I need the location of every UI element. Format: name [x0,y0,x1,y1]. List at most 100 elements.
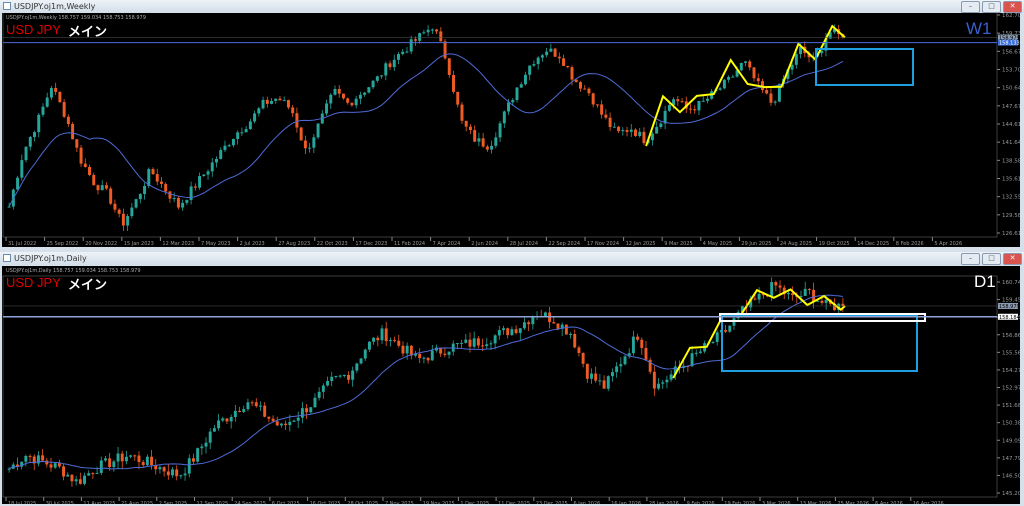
candle [739,62,743,71]
candle [665,379,669,383]
candle [372,337,376,342]
candle [552,322,556,324]
candle [204,442,208,447]
weekly-titlebar[interactable]: USDJPY.oj1m,Weekly – □ ✕ [0,0,1024,13]
daily-titlebar[interactable]: USDJPY.oj1m,Daily – □ ✕ [0,252,1024,265]
candle [820,300,824,303]
candle [638,131,642,136]
candle [129,455,133,457]
candle [380,75,384,77]
candle [175,469,179,477]
candle [202,174,206,177]
date-tick-label: 2 Jun 2024 [471,241,498,247]
candle [511,99,515,103]
candle [113,203,117,210]
candle [267,416,271,419]
candle [145,456,149,466]
candle [274,98,278,101]
candle [91,473,95,475]
candle [640,339,644,348]
candle [786,293,790,295]
candle [7,468,11,470]
candle [37,114,41,133]
date-tick-label: 13 Mar 2026 [800,501,832,504]
candle [96,185,100,191]
date-tick-label: 9 Mar 2025 [664,241,693,247]
candle [181,202,185,208]
close-button[interactable]: ✕ [1003,1,1022,13]
candle [317,391,321,398]
price-tick-label: 153.700 [1002,68,1020,74]
candle [109,188,113,204]
candle [790,64,794,70]
candle [418,353,422,359]
date-tick-label: 17 Nov 2024 [587,241,619,247]
candle [724,330,728,332]
minimize-button[interactable]: – [961,253,980,265]
candle [757,293,761,300]
window-title: USDJPY.oj1m,Weekly [14,2,96,11]
date-tick-label: 31 Jul 2022 [8,241,36,247]
candle [253,113,257,122]
price-tick-label: 147.670 [1002,104,1020,110]
candle [198,176,202,188]
moving-average-line [8,294,843,470]
candle [299,127,303,141]
date-tick-label: 19 Feb 2026 [724,501,755,504]
symbol-label: USD JPY [6,22,61,37]
maximize-button[interactable]: □ [982,253,1001,265]
candle [133,455,137,457]
candle [74,479,78,482]
candle [748,61,752,68]
candle [217,420,221,429]
candle [330,376,334,381]
candle [602,380,606,389]
candle [439,31,443,42]
daily-chart[interactable]: 160.745159.450158.155156.860155.565154.2… [2,266,1020,504]
candle [295,113,299,128]
candle [676,99,680,102]
candle [221,418,225,421]
candle [244,129,248,133]
close-button[interactable]: ✕ [1003,253,1022,265]
date-tick-label: 2 Sep 2025 [159,501,188,504]
candle [577,347,581,353]
minimize-button[interactable]: – [961,1,980,13]
candle [137,455,141,463]
date-tick-label: 9 Feb 2026 [687,501,715,504]
date-tick-label: 12 Sep 2025 [197,501,229,504]
candle [587,88,591,94]
weekly-chart[interactable]: 162.700159.730156.670153.700150.640147.6… [2,13,1020,247]
candle [392,59,396,68]
candle [303,140,307,149]
candle [20,160,24,178]
candle [578,82,582,89]
candle [66,116,70,125]
candle [384,328,388,342]
candle [28,455,32,457]
price-tick-label: 138.580 [1002,158,1020,164]
candle [54,87,58,92]
price-tick-label: 159.450 [1002,298,1020,304]
candle [452,75,455,92]
candle [108,458,112,468]
candle [41,455,45,461]
candle [62,466,66,477]
main-label: メイン [68,25,108,40]
candle [53,463,57,468]
candle [270,100,274,104]
level-price-label: 158.133 [999,41,1020,47]
candle [650,133,654,141]
candle [623,356,627,365]
maximize-button[interactable]: □ [982,1,1001,13]
candle [265,99,269,104]
candle [75,139,79,148]
candle [215,158,218,163]
candle [481,345,485,347]
date-tick-label: 30 Jul 2025 [46,501,74,504]
candle [33,132,36,138]
date-tick-label: 25 Mar 2026 [837,501,869,504]
date-tick-label: 16 Oct 2025 [310,501,341,504]
candle [168,191,172,199]
candle [45,460,49,465]
